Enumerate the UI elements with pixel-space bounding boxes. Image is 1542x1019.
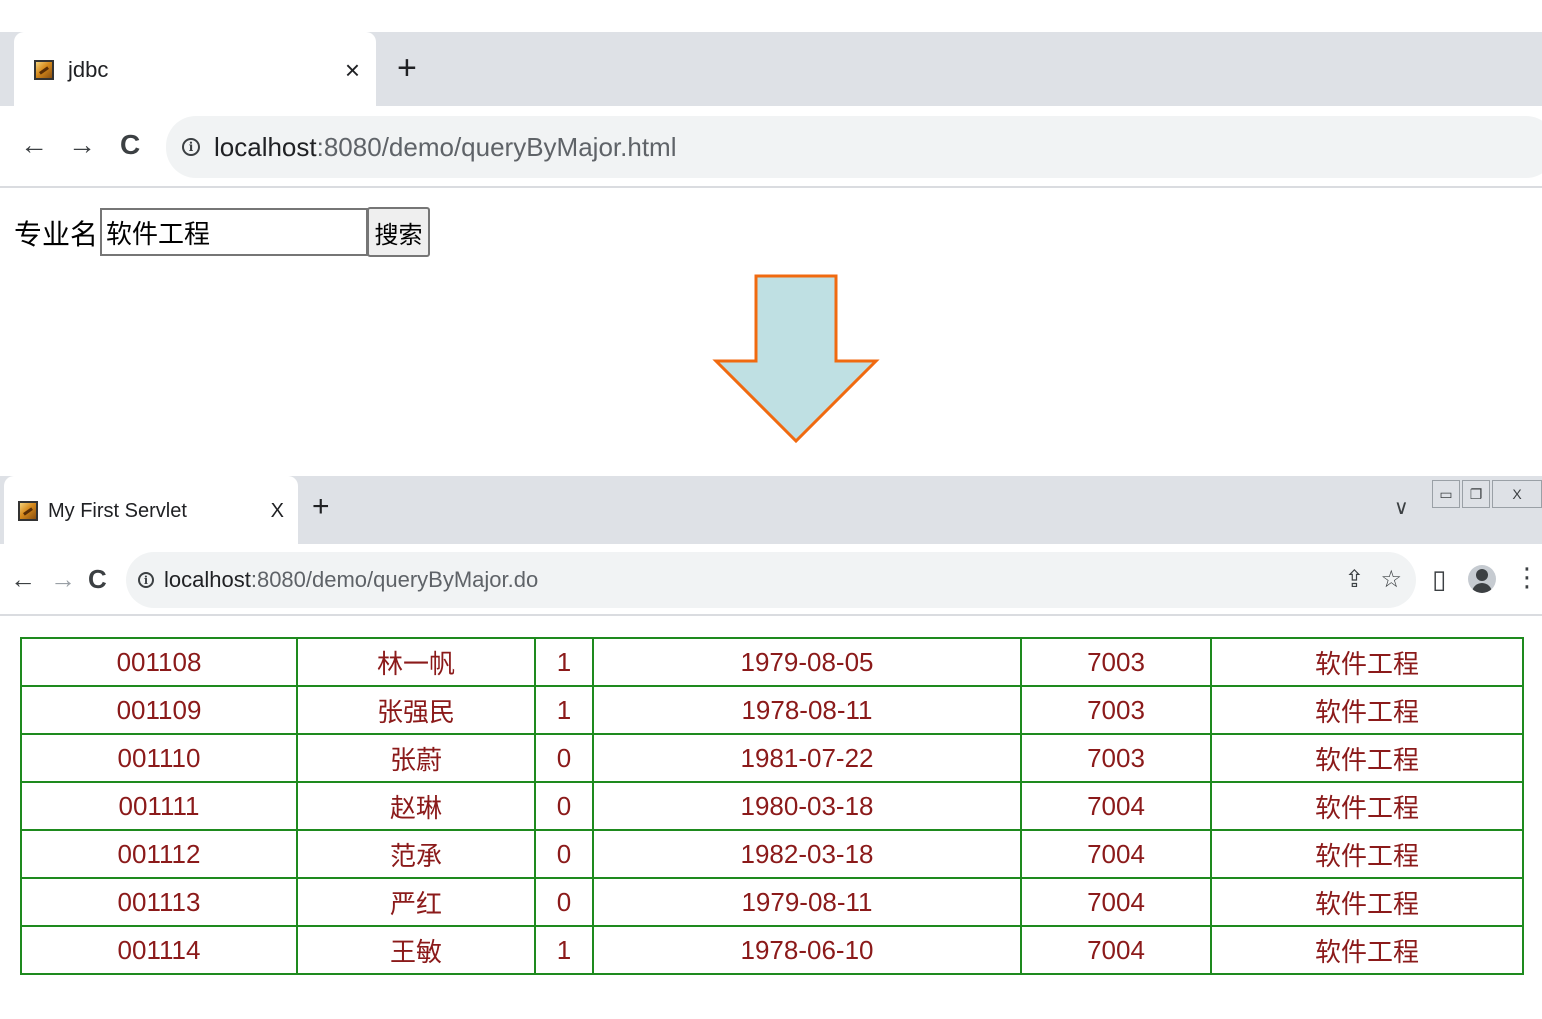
cell-birthdate: 1982-03-18: [592, 829, 1022, 879]
cell-class: 7004: [1020, 925, 1212, 975]
cell-name: 严红: [296, 877, 536, 927]
cell-id: 001113: [20, 877, 298, 927]
cell-gender: 0: [534, 733, 594, 783]
results-table-body: 001108 林一帆 1 1979-08-05 7003 软件工程 001109 张强民 1 19…: [20, 637, 1524, 975]
forward-button[interactable]: →: [50, 566, 76, 592]
table-row: 001114 王敏 1 1978-06-10 7004 软件工程: [20, 925, 1524, 975]
tab-close-icon[interactable]: ×: [345, 55, 360, 86]
down-arrow-shape: [712, 274, 880, 444]
url-path: :8080/demo/queryByMajor.html: [316, 131, 677, 162]
url-host: localhost: [214, 131, 317, 162]
cell-gender: 0: [534, 877, 594, 927]
cell-major: 软件工程: [1210, 685, 1524, 735]
cell-name: 王敏: [296, 925, 536, 975]
major-input[interactable]: [100, 208, 368, 256]
tab-close-icon[interactable]: X: [271, 500, 284, 523]
cell-major: 软件工程: [1210, 925, 1524, 975]
reload-button[interactable]: C: [88, 566, 107, 592]
cell-name: 林一帆: [296, 637, 536, 687]
table-row: 001111 赵琳 0 1980-03-18 7004 软件工程: [20, 781, 1524, 831]
address-bar[interactable]: i localhost:8080/demo/queryByMajor.html: [166, 116, 1542, 178]
tomcat-favicon-icon: [34, 60, 54, 80]
cell-class: 7003: [1020, 685, 1212, 735]
tab-title: jdbc: [68, 57, 109, 82]
back-button[interactable]: ←: [10, 566, 36, 592]
table-row: 001112 范承 0 1982-03-18 7004 软件工程: [20, 829, 1524, 879]
cell-major: 软件工程: [1210, 733, 1524, 783]
tab-title: My First Servlet: [48, 499, 187, 522]
side-panel-icon[interactable]: ▯: [1432, 566, 1446, 592]
menu-kebab-icon[interactable]: ⋮: [1514, 564, 1540, 590]
url-host: localhost: [164, 567, 251, 592]
cell-name: 张蔚: [296, 733, 536, 783]
tab-jdbc[interactable]: jdbc ×: [14, 32, 376, 108]
table-row: 001109 张强民 1 1978-08-11 7003 软件工程: [20, 685, 1524, 735]
cell-id: 001110: [20, 733, 298, 783]
table-row: 001113 严红 0 1979-08-11 7004 软件工程: [20, 877, 1524, 927]
site-info-icon[interactable]: i: [138, 572, 154, 588]
major-label: 专业名:: [14, 219, 106, 250]
url-text: localhost:8080/demo/queryByMajor.html: [214, 132, 676, 163]
site-info-icon[interactable]: i: [182, 138, 200, 156]
profile-avatar-icon[interactable]: [1468, 565, 1496, 593]
cell-birthdate: 1978-08-11: [592, 685, 1022, 735]
cell-name: 张强民: [296, 685, 536, 735]
cell-major: 软件工程: [1210, 877, 1524, 927]
cell-gender: 1: [534, 685, 594, 735]
address-bar[interactable]: i localhost:8080/demo/queryByMajor.do ⇪ …: [126, 552, 1416, 608]
tab-search-icon[interactable]: ∨: [1394, 498, 1409, 518]
cell-class: 7003: [1020, 637, 1212, 687]
tab-my-first-servlet[interactable]: My First Servlet X: [4, 476, 298, 546]
cell-class: 7004: [1020, 781, 1212, 831]
cell-major: 软件工程: [1210, 637, 1524, 687]
url-path: :8080/demo/queryByMajor.do: [250, 567, 539, 592]
back-button[interactable]: ←: [20, 131, 48, 159]
cell-major: 软件工程: [1210, 829, 1524, 879]
toolbar-divider-2: [0, 614, 1542, 616]
bookmark-star-icon[interactable]: ☆: [1380, 568, 1402, 592]
url-text: localhost:8080/demo/queryByMajor.do: [164, 567, 538, 593]
cell-name: 范承: [296, 829, 536, 879]
cell-gender: 0: [534, 829, 594, 879]
share-icon[interactable]: ⇪: [1344, 568, 1364, 592]
cell-birthdate: 1981-07-22: [592, 733, 1022, 783]
cell-name: 赵琳: [296, 781, 536, 831]
cell-id: 001112: [20, 829, 298, 879]
table-row: 001108 林一帆 1 1979-08-05 7003 软件工程: [20, 637, 1524, 687]
tomcat-favicon-icon: [18, 501, 38, 521]
results-table: 001108 林一帆 1 1979-08-05 7003 软件工程 001109 张强民 1 19…: [20, 637, 1524, 975]
cell-major: 软件工程: [1210, 781, 1524, 831]
forward-button[interactable]: →: [68, 131, 96, 159]
search-button[interactable]: 搜索: [367, 207, 430, 257]
new-tab-button[interactable]: +: [312, 492, 330, 522]
cell-id: 001111: [20, 781, 298, 831]
cell-class: 7004: [1020, 829, 1212, 879]
reload-button[interactable]: C: [120, 131, 140, 159]
new-tab-button[interactable]: +: [397, 51, 417, 85]
minimize-button[interactable]: ▭: [1432, 480, 1460, 508]
restore-button[interactable]: ❐: [1462, 480, 1490, 508]
cell-class: 7003: [1020, 733, 1212, 783]
cell-gender: 0: [534, 781, 594, 831]
table-row: 001110 张蔚 0 1981-07-22 7003 软件工程: [20, 733, 1524, 783]
cell-id: 001109: [20, 685, 298, 735]
cell-gender: 1: [534, 637, 594, 687]
cell-gender: 1: [534, 925, 594, 975]
cell-birthdate: 1980-03-18: [592, 781, 1022, 831]
cell-id: 001108: [20, 637, 298, 687]
cell-class: 7004: [1020, 877, 1212, 927]
window-close-button[interactable]: X: [1492, 480, 1542, 508]
toolbar-divider-1: [0, 186, 1542, 188]
down-arrow-graphic: [712, 274, 880, 444]
cell-birthdate: 1979-08-11: [592, 877, 1022, 927]
cell-birthdate: 1979-08-05: [592, 637, 1022, 687]
cell-birthdate: 1978-06-10: [592, 925, 1022, 975]
cell-id: 001114: [20, 925, 298, 975]
